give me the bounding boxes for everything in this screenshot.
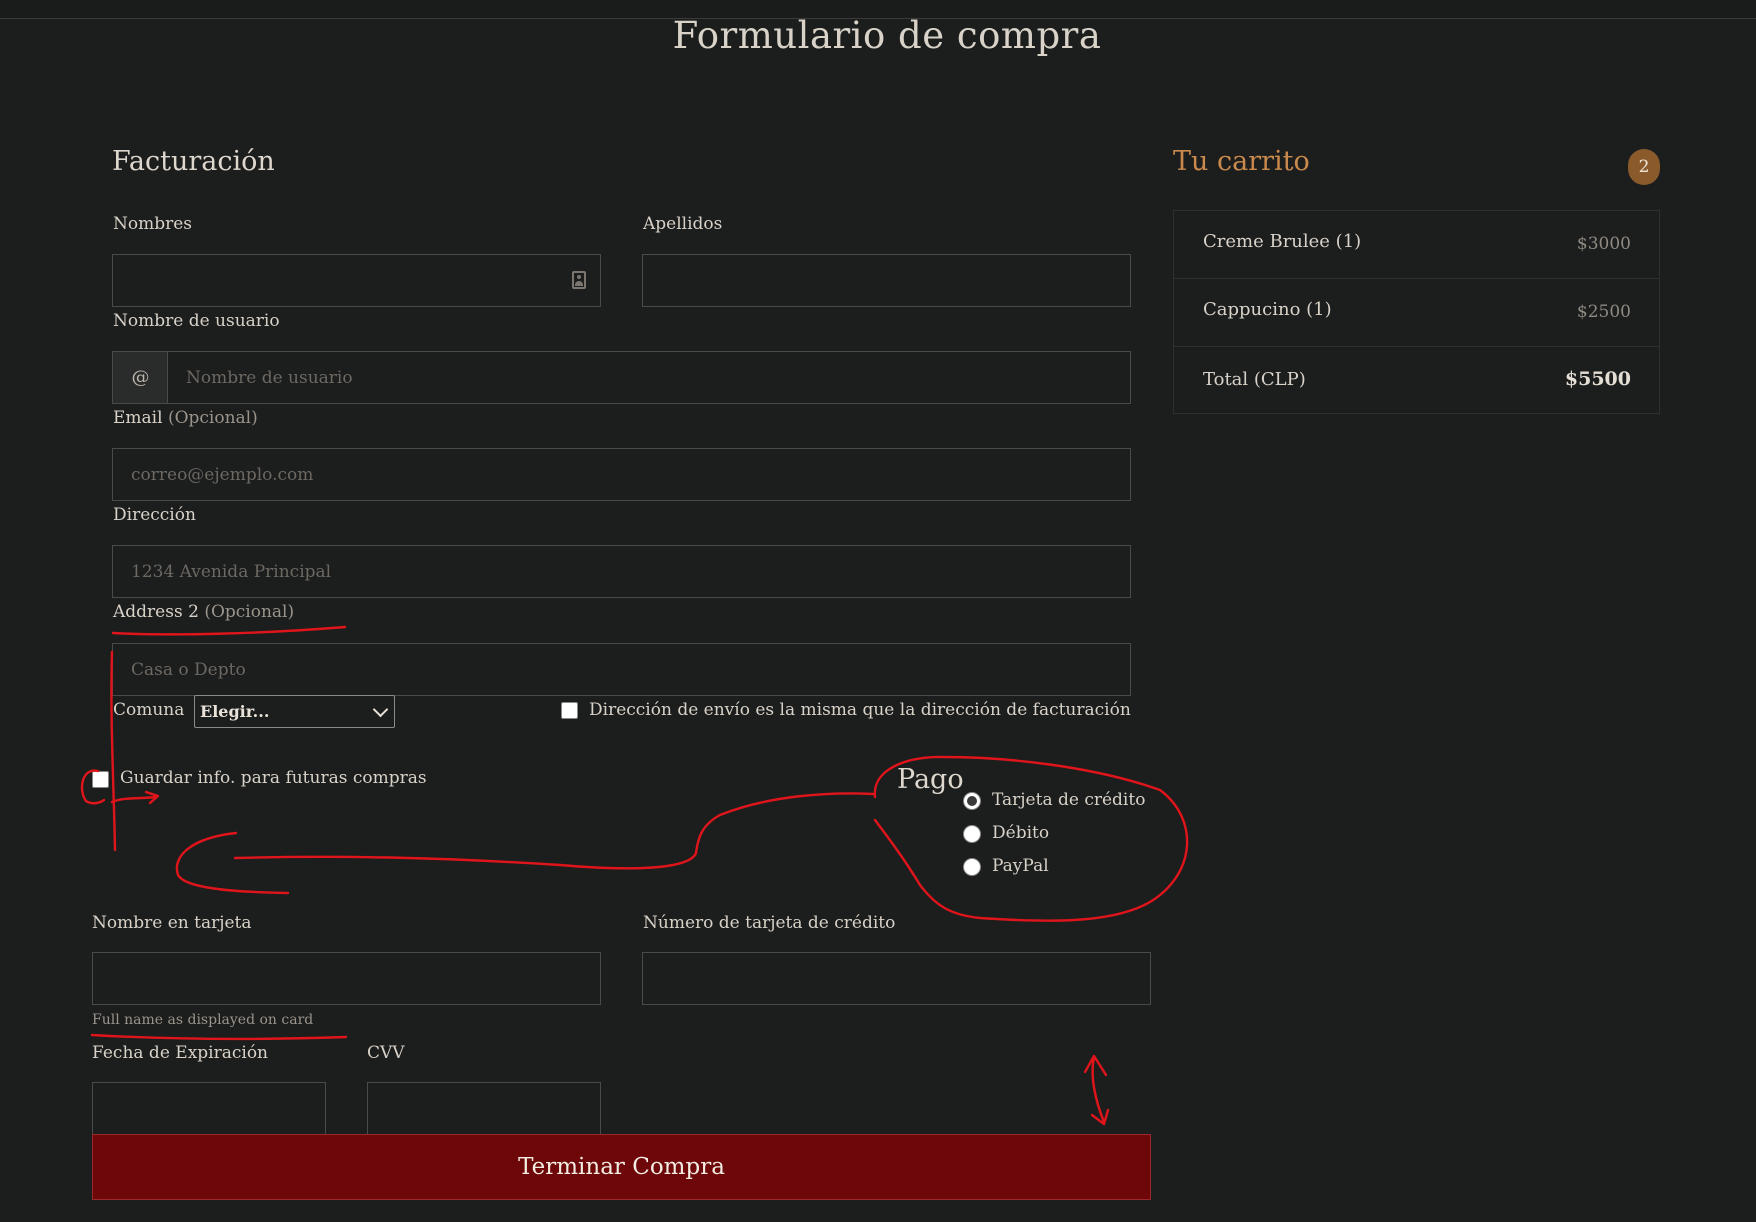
comuna-select[interactable]: Elegir... bbox=[194, 695, 395, 728]
radio-paypal[interactable] bbox=[963, 858, 981, 876]
annotation-connecting-arrow bbox=[175, 792, 875, 895]
last-name-input[interactable] bbox=[642, 254, 1131, 307]
annotation-underline-address2 bbox=[111, 625, 347, 636]
address-label: Dirección bbox=[113, 505, 196, 525]
chevron-down-icon bbox=[372, 701, 389, 718]
comuna-label: Comuna bbox=[113, 700, 185, 720]
page-title: Formulario de compra bbox=[672, 14, 1102, 57]
email-optional-text: (Opcional) bbox=[167, 408, 258, 428]
cvv-label: CVV bbox=[367, 1043, 405, 1063]
cart-total-label: Total (CLP) bbox=[1203, 369, 1306, 390]
card-name-label: Nombre en tarjeta bbox=[92, 913, 252, 933]
cart-item-price: $2500 bbox=[1576, 302, 1631, 322]
last-name-label: Apellidos bbox=[643, 214, 723, 234]
email-label-text: Email bbox=[113, 408, 163, 428]
radio-debit-label: Débito bbox=[992, 823, 1050, 843]
annotation-underline-card-help bbox=[90, 1033, 348, 1041]
card-number-input[interactable] bbox=[642, 952, 1151, 1005]
annotation-vertical-double-arrow bbox=[1083, 1054, 1110, 1126]
username-label: Nombre de usuario bbox=[113, 311, 280, 331]
radio-debit[interactable] bbox=[963, 825, 981, 843]
expiration-input[interactable] bbox=[92, 1082, 326, 1135]
cart-total-row: Total (CLP) $5500 bbox=[1174, 347, 1659, 414]
card-name-input[interactable] bbox=[92, 952, 601, 1005]
cart-item: Creme Brulee (1) $3000 bbox=[1174, 211, 1659, 279]
radio-paypal-label: PayPal bbox=[992, 856, 1049, 876]
cvv-input[interactable] bbox=[367, 1082, 601, 1135]
comuna-selected-value: Elegir... bbox=[200, 702, 270, 721]
email-input[interactable] bbox=[112, 448, 1131, 501]
address2-input[interactable] bbox=[112, 643, 1131, 696]
address2-label: Address 2 (Opcional) bbox=[113, 602, 294, 622]
payment-title: Pago bbox=[897, 764, 964, 795]
cart-item: Cappucino (1) $2500 bbox=[1174, 279, 1659, 347]
submit-purchase-button[interactable]: Terminar Compra bbox=[92, 1134, 1151, 1200]
cart-item-name: Creme Brulee (1) bbox=[1203, 231, 1362, 252]
same-address-checkbox[interactable] bbox=[561, 702, 578, 719]
address-input[interactable] bbox=[112, 545, 1131, 598]
username-at-addon: @ bbox=[112, 351, 168, 404]
username-input[interactable] bbox=[167, 351, 1131, 404]
address2-label-text: Address 2 bbox=[113, 602, 199, 622]
radio-credit-card[interactable] bbox=[963, 792, 981, 810]
billing-title: Facturación bbox=[112, 146, 275, 177]
contact-card-icon bbox=[572, 271, 586, 289]
cart-total-value: $5500 bbox=[1564, 368, 1631, 390]
cart-item-name: Cappucino (1) bbox=[1203, 299, 1332, 320]
email-label: Email (Opcional) bbox=[113, 408, 258, 428]
card-name-help-text: Full name as displayed on card bbox=[92, 1012, 314, 1028]
save-info-checkbox[interactable] bbox=[92, 771, 109, 788]
cart-item-price: $3000 bbox=[1576, 234, 1631, 254]
card-number-label: Número de tarjeta de crédito bbox=[643, 913, 896, 933]
annotation-checkbox-arrow bbox=[110, 790, 160, 805]
cart-count-badge: 2 bbox=[1628, 149, 1660, 185]
save-info-label: Guardar info. para futuras compras bbox=[120, 768, 427, 788]
radio-credit-card-label: Tarjeta de crédito bbox=[992, 790, 1146, 810]
cart-title: Tu carrito bbox=[1173, 146, 1310, 177]
cart-list: Creme Brulee (1) $3000 Cappucino (1) $25… bbox=[1173, 210, 1660, 414]
expiration-label: Fecha de Expiración bbox=[92, 1043, 269, 1063]
address2-optional-text: (Opcional) bbox=[204, 602, 295, 622]
same-address-label: Dirección de envío es la misma que la di… bbox=[589, 700, 1131, 720]
first-name-input[interactable] bbox=[112, 254, 601, 307]
first-name-label: Nombres bbox=[113, 214, 193, 234]
